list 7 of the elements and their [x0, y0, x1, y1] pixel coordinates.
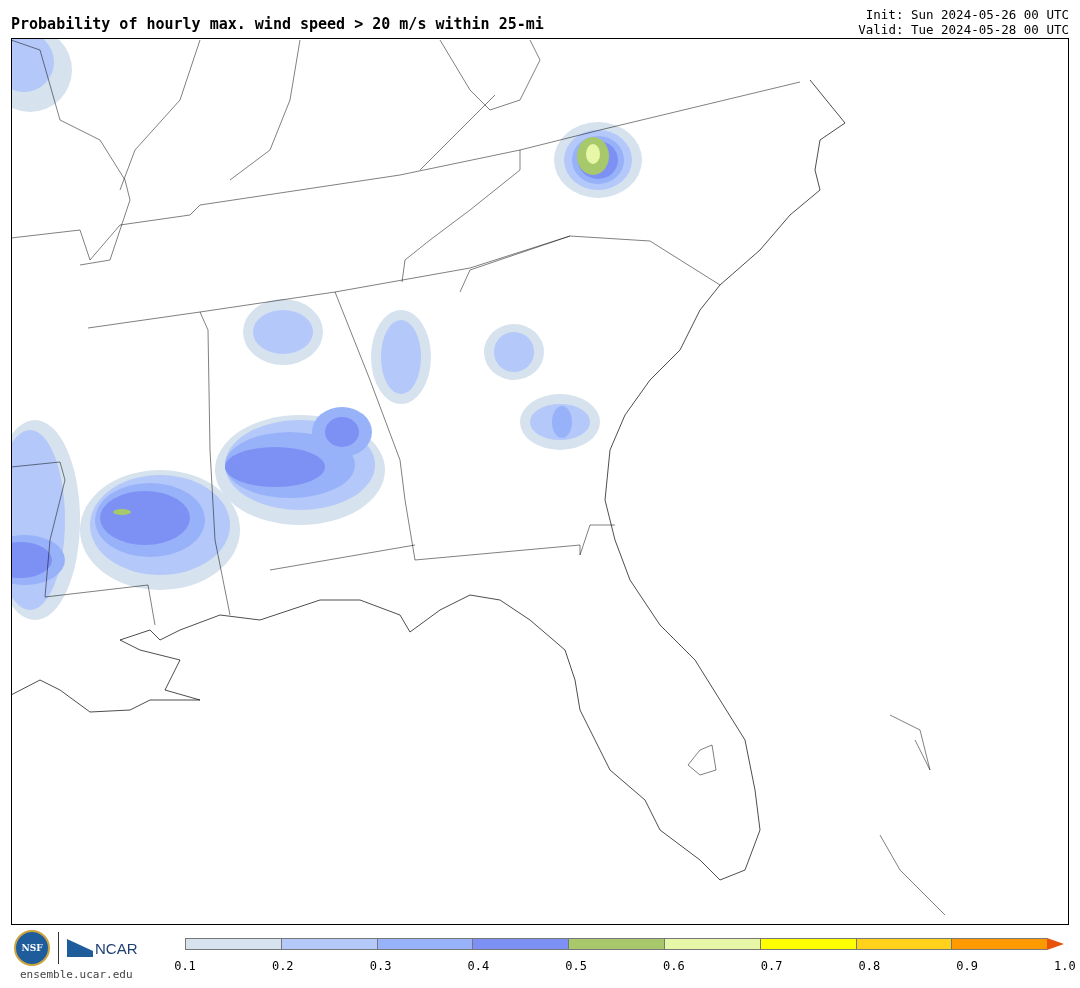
valid-time: Valid: Tue 2024-05-28 00 UTC	[858, 22, 1069, 37]
init-time: Init: Sun 2024-05-26 00 UTC	[865, 7, 1069, 22]
ncar-logo-icon	[67, 939, 93, 957]
site-url: ensemble.ucar.edu	[20, 968, 133, 981]
chart-title: Probability of hourly max. wind speed > 20 m/s within 25-mi	[11, 15, 544, 35]
ncar-logo: NCAR	[95, 939, 138, 957]
nsf-logo: NSF	[14, 930, 50, 966]
